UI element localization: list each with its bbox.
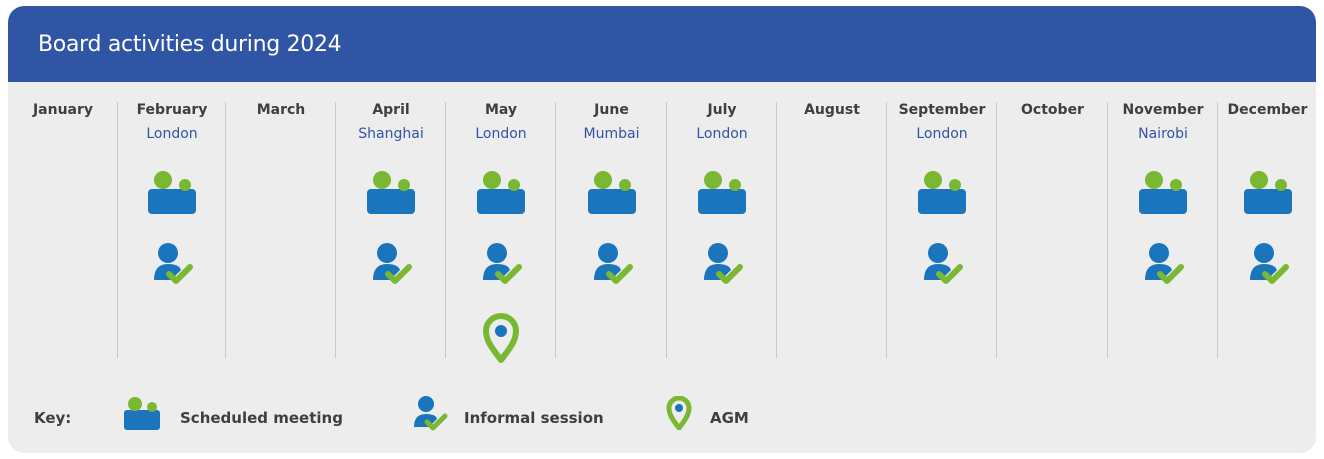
person-check-icon [373, 243, 412, 284]
month-location: Shanghai [358, 126, 424, 142]
month-name: July [707, 102, 737, 118]
people-meeting-icon [918, 171, 966, 214]
person-check-icon [414, 396, 448, 431]
month-name: August [804, 102, 860, 118]
month-location: London [696, 126, 748, 142]
month-name: March [256, 102, 306, 118]
month-location: Mumbai [583, 126, 640, 142]
month-column-october: October [996, 102, 1108, 358]
month-name: October [1021, 102, 1084, 118]
board-activities-card: Board activities during 2024 January Febr… [8, 6, 1316, 453]
month-column-september: September London [886, 102, 997, 358]
month-column-december: December [1217, 102, 1316, 358]
person-check-icon [924, 243, 963, 284]
month-column-march: March [225, 102, 336, 358]
months-timeline: January February London March April Shanghai M… [8, 82, 1316, 363]
month-column-january: January [8, 102, 118, 358]
month-location: London [146, 126, 198, 142]
legend-informal-session: Informal session [464, 409, 604, 427]
people-meeting-icon [367, 171, 415, 214]
month-column-june: June Mumbai [555, 102, 667, 358]
month-name: December [1227, 102, 1308, 118]
month-column-may: May London [445, 102, 556, 363]
month-location: Nairobi [1138, 126, 1188, 142]
people-meeting-icon [1243, 171, 1292, 214]
person-check-icon [154, 243, 193, 284]
people-meeting-icon [698, 171, 746, 214]
people-meeting-icon [477, 171, 525, 214]
people-meeting-icon [587, 171, 636, 214]
page-title: Board activities during 2024 [38, 32, 342, 57]
legend-key-label: Key: [34, 409, 72, 427]
month-name: September [898, 102, 986, 118]
month-name: June [594, 102, 629, 118]
month-column-july: July London [666, 102, 777, 358]
header-bar: Board activities during 2024 [8, 6, 1316, 82]
month-column-november: November Nairobi [1107, 102, 1218, 358]
month-column-february: February London [117, 102, 226, 358]
person-check-icon [483, 243, 522, 284]
month-column-april: April Shanghai [335, 102, 446, 358]
legend-agm: AGM [710, 409, 749, 427]
month-location: London [916, 126, 968, 142]
person-check-icon [704, 243, 743, 284]
month-name: November [1122, 102, 1204, 118]
people-meeting-icon [148, 171, 196, 214]
month-name: May [484, 102, 518, 118]
month-location: London [475, 126, 527, 142]
person-check-icon [1249, 243, 1289, 284]
map-pin-icon [666, 396, 692, 430]
people-meeting-icon [124, 397, 160, 430]
person-check-icon [1145, 243, 1184, 284]
month-name: February [136, 102, 208, 118]
person-check-icon [593, 243, 633, 284]
legend-scheduled-meeting: Scheduled meeting [180, 409, 343, 427]
month-name: April [372, 102, 410, 118]
legend: Key: Scheduled meeting Informal session … [8, 371, 1316, 431]
month-column-august: August [776, 102, 887, 358]
people-meeting-icon [1139, 171, 1187, 214]
month-name: January [32, 102, 94, 118]
map-pin-icon [483, 313, 519, 363]
